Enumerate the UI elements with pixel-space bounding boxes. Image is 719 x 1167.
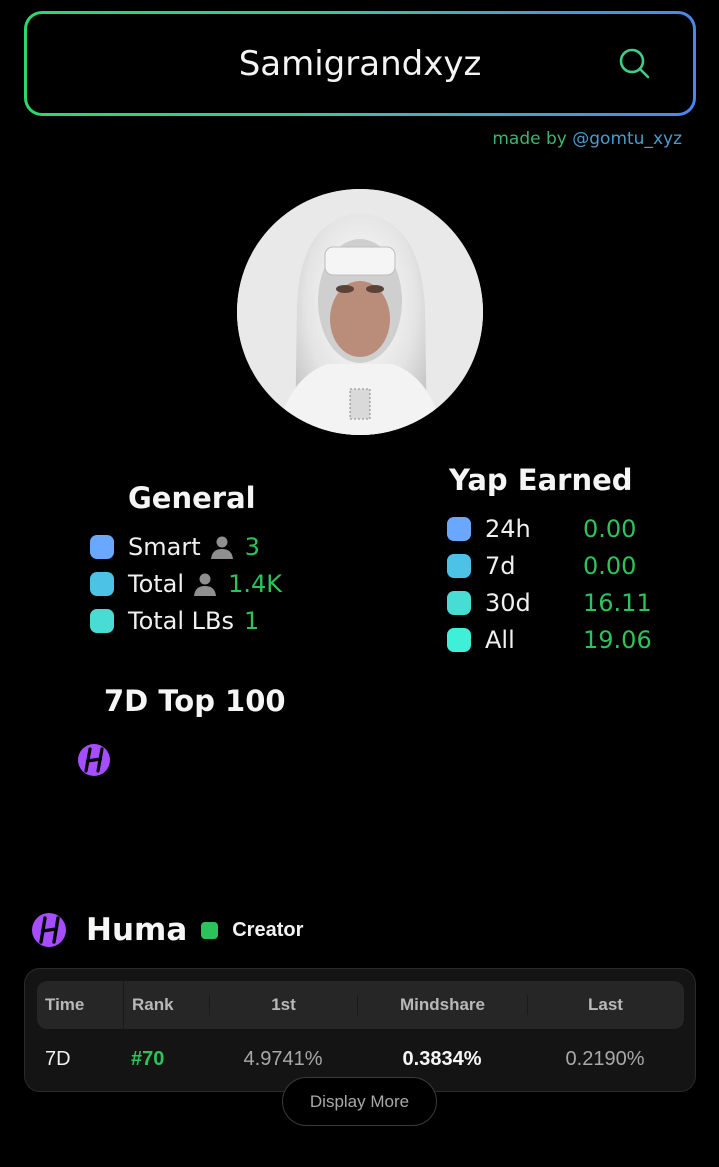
stat-value: 16.11 xyxy=(583,588,652,617)
status-dot xyxy=(90,608,114,633)
status-dot xyxy=(447,590,471,615)
search-button[interactable] xyxy=(615,44,655,84)
credit-handle-link[interactable]: @gomtu_xyz xyxy=(572,129,682,149)
display-more-button[interactable]: Display More xyxy=(282,1077,437,1126)
stat-row-total-lbs: Total LBs 1 xyxy=(90,602,282,639)
project-name: Huma xyxy=(86,912,188,948)
col-header-time: Time xyxy=(45,995,85,1014)
table-header: Time Rank 1st Mindshare Last xyxy=(37,981,684,1029)
col-header-last: Last xyxy=(527,995,683,1015)
person-icon xyxy=(210,536,233,559)
status-dot xyxy=(447,627,471,652)
stat-label: Total xyxy=(128,569,185,598)
stat-value: 0.00 xyxy=(583,551,637,580)
credit-prefix: made by xyxy=(492,129,573,149)
creator-badge-label: Creator xyxy=(232,918,304,941)
stat-label: Smart xyxy=(128,532,201,561)
col-header-mindshare: Mindshare xyxy=(357,995,527,1015)
stat-value: 1 xyxy=(244,606,260,635)
status-dot xyxy=(447,553,471,578)
search-bar-inner xyxy=(27,14,693,113)
status-dot xyxy=(90,534,114,559)
general-title: General xyxy=(128,481,256,515)
stat-value: 3 xyxy=(244,532,260,561)
cell-first: 4.9741% xyxy=(243,1047,323,1070)
stat-value: 0.00 xyxy=(583,514,637,543)
search-input[interactable] xyxy=(120,43,600,84)
table-row: 7D #70 4.9741% 0.3834% 0.2190% xyxy=(37,1039,684,1079)
stat-label: 30d xyxy=(485,588,531,617)
credit-line: made by @gomtu_xyz xyxy=(492,129,682,149)
yap-row-24h: 24h 0.00 xyxy=(447,510,652,547)
stat-label: 24h xyxy=(485,514,531,543)
stat-value: 19.06 xyxy=(583,625,652,654)
stat-label: All xyxy=(485,625,515,654)
creator-badge-dot xyxy=(201,921,219,939)
top100-project-link[interactable] xyxy=(78,744,110,776)
huma-logo-icon xyxy=(32,913,66,947)
profile-page: made by @gomtu_xyz General S xyxy=(0,0,719,1167)
stat-label: Total LBs xyxy=(128,606,235,635)
col-header-rank: Rank xyxy=(123,981,209,1029)
yap-row-all: All 19.06 xyxy=(447,621,652,658)
yap-stats: 24h 0.00 7d 0.00 30d 16.11 All 19.06 xyxy=(447,510,652,658)
cell-last: 0.2190% xyxy=(565,1047,645,1070)
cell-time: 7D xyxy=(45,1047,71,1070)
avatar xyxy=(237,189,483,435)
huma-logo-icon xyxy=(78,744,110,776)
project-header: Huma Creator xyxy=(32,912,303,948)
search-icon xyxy=(619,48,650,78)
cell-rank: #70 xyxy=(131,1047,165,1070)
stat-row-smart: Smart 3 xyxy=(90,528,282,565)
person-icon xyxy=(194,573,217,596)
status-dot xyxy=(90,571,114,596)
stat-row-total: Total 1.4K xyxy=(90,565,282,602)
status-dot xyxy=(447,516,471,541)
yap-row-30d: 30d 16.11 xyxy=(447,584,652,621)
avatar-image xyxy=(237,189,483,435)
cell-mindshare: 0.3834% xyxy=(402,1047,482,1070)
top100-title: 7D Top 100 xyxy=(104,684,286,718)
yap-row-7d: 7d 0.00 xyxy=(447,547,652,584)
stat-label: 7d xyxy=(485,551,516,580)
stat-value: 1.4K xyxy=(228,569,282,598)
search-bar xyxy=(24,11,696,116)
col-header-first: 1st xyxy=(209,995,357,1015)
general-stats: Smart 3 Total 1.4K Total LBs 1 xyxy=(90,528,282,639)
yap-earned-title: Yap Earned xyxy=(449,463,633,497)
rank-table: Time Rank 1st Mindshare Last 7D #70 4.97… xyxy=(24,968,696,1092)
